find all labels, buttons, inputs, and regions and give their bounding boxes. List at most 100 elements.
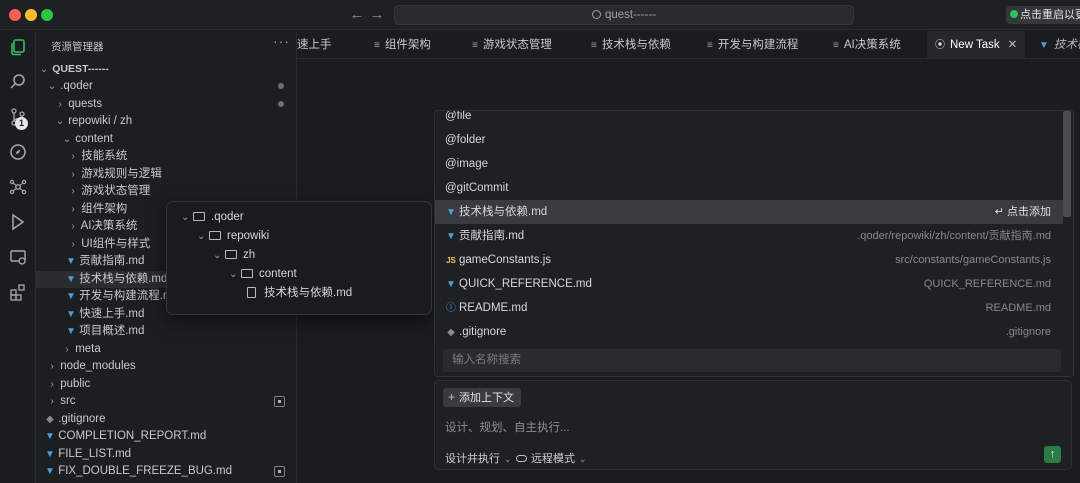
tab-new-task[interactable]: ⦿ New Task ✕ <box>927 31 1026 58</box>
option-label: .gitignore <box>459 326 507 338</box>
send-button[interactable]: ↑ <box>1044 446 1061 463</box>
mention-option-file[interactable]: ◆ .gitignore .gitignore <box>435 320 1063 344</box>
tree-folder[interactable]: › 游戏规则与逻辑 <box>36 166 296 183</box>
mention-option-file[interactable]: @file <box>435 111 1063 128</box>
tree-folder[interactable]: ⌄ .qoder <box>36 78 296 95</box>
tree-label: content <box>75 133 113 145</box>
markdown-file-icon: ▼ <box>446 207 456 218</box>
popup-row-label: zh <box>243 249 256 261</box>
close-icon[interactable]: ✕ <box>1008 39 1018 51</box>
tab-label: 游戏状态管理 <box>482 39 552 51</box>
tree-file[interactable]: ▼ 项目概述.md <box>36 323 296 340</box>
option-path: .qoder/repowiki/zh/content/贡献指南.md <box>857 230 1051 242</box>
compass-icon[interactable] <box>8 142 28 162</box>
tab-label: 开发与构建流程 <box>717 39 799 51</box>
markdown-file-icon: ▼ <box>446 279 456 290</box>
tree-file[interactable]: ◆ .gitignore <box>36 411 296 428</box>
popup-file-row: 技术栈与依赖.md <box>247 284 352 303</box>
workspace-root[interactable]: ⌄ QUEST------ <box>36 61 296 78</box>
more-actions-icon[interactable]: ··· <box>273 33 290 49</box>
option-label: @gitCommit <box>445 182 509 194</box>
mention-option-file[interactable]: ▼ 贡献指南.md .qoder/repowiki/zh/content/贡献指南.… <box>435 224 1063 248</box>
chevron-right-icon: › <box>71 204 75 215</box>
tab-label: 速上手 <box>297 39 332 51</box>
tree-file[interactable]: ▼ COMPLETION_REPORT.md <box>36 428 296 445</box>
tree-label: .gitignore <box>58 413 106 425</box>
mention-option-selected[interactable]: ▼ 技术栈与依赖.md ↵ 点击添加 <box>435 200 1063 224</box>
tree-label: repowiki / zh <box>68 115 133 127</box>
tree-folder[interactable]: › node_modules <box>36 358 296 375</box>
tree-label: public <box>60 378 91 390</box>
tree-folder[interactable]: › 游戏状态管理 <box>36 183 296 200</box>
popup-folder-row: ⌄ zh <box>213 246 255 265</box>
tree-folder[interactable]: ⌄ content <box>36 131 296 148</box>
tab-ai-decision[interactable]: ≡ AI决策系统 <box>833 31 901 58</box>
minimize-window-button[interactable] <box>25 9 37 21</box>
mention-option-image[interactable]: @image <box>435 152 1063 176</box>
extensions-icon[interactable] <box>8 282 28 302</box>
mention-option-gitcommit[interactable]: @gitCommit <box>435 176 1063 200</box>
list-icon: ≡ <box>707 40 713 51</box>
chevron-right-icon: › <box>71 239 75 250</box>
forward-arrow-icon[interactable]: → <box>368 6 386 24</box>
markdown-file-icon: ▼ <box>45 449 55 460</box>
chat-input[interactable]: 设计、规划、自主执行... <box>445 419 570 435</box>
tree-label: AI决策系统 <box>80 220 138 232</box>
tab-component-arch[interactable]: ≡ 组件架构 <box>374 31 431 58</box>
tab-tech-stack[interactable]: ≡ 技术栈与依赖 <box>591 31 671 58</box>
mode-selector[interactable]: 设计并执行 ⌄ <box>445 450 512 466</box>
markdown-file-icon: ▼ <box>66 274 76 285</box>
mention-option-file[interactable]: ▼ QUICK_REFERENCE.md QUICK_REFERENCE.md <box>435 272 1063 296</box>
workspace-root-label: QUEST------ <box>52 63 109 75</box>
tree-folder[interactable]: ⌄ repowiki / zh <box>36 113 296 130</box>
tree-file[interactable]: ▼ FIX_DOUBLE_FREEZE_BUG.md <box>36 463 296 480</box>
status-square-icon <box>274 466 285 477</box>
chevron-down-icon: ⌄ <box>197 231 206 242</box>
mention-option-file[interactable]: JS gameConstants.js src/constants/gameCons… <box>435 248 1063 272</box>
option-path: QUICK_REFERENCE.md <box>923 278 1051 290</box>
chevron-right-icon: › <box>50 396 54 407</box>
option-path: README.md <box>985 302 1051 314</box>
close-window-button[interactable] <box>9 9 21 21</box>
chevron-down-icon: ⌄ <box>504 454 512 464</box>
tab-label: 技术栈 <box>1053 39 1080 51</box>
tab-dev-build[interactable]: ≡ 开发与构建流程 <box>707 31 799 58</box>
info-icon: ⓘ <box>446 303 456 314</box>
tab-quickstart[interactable]: 速上手 <box>297 31 332 58</box>
mention-option-file[interactable]: ⓘ README.md README.md <box>435 296 1063 320</box>
option-path: src/constants/gameConstants.js <box>895 254 1051 266</box>
run-debug-icon[interactable] <box>8 212 28 232</box>
mention-search-input[interactable]: 输入名称搜索 <box>443 349 1061 372</box>
mention-option-folder[interactable]: @folder <box>435 128 1063 152</box>
tree-file[interactable]: ▼ FILE_LIST.md <box>36 446 296 463</box>
zoom-window-button[interactable] <box>41 9 53 21</box>
add-context-button[interactable]: + 添加上下文 <box>443 388 522 407</box>
path-preview-popup: ⌄ .qoder ⌄ repowiki ⌄ zh ⌄ content 技术栈与依赖.md <box>166 201 432 315</box>
tree-folder[interactable]: › 技能系统 <box>36 148 296 165</box>
search-text: quest------ <box>604 9 657 21</box>
markdown-file-icon: ▼ <box>446 231 456 242</box>
tab-tech-stack-preview[interactable]: ▼ 技术栈 <box>1039 31 1080 58</box>
tree-folder[interactable]: › public <box>36 376 296 393</box>
popup-row-label: 技术栈与依赖.md <box>264 287 353 299</box>
chevron-right-icon: › <box>71 169 75 180</box>
back-arrow-icon[interactable]: ← <box>348 6 366 24</box>
tree-folder[interactable]: › src <box>36 393 296 410</box>
title-bar: ← → quest------ 点击重启以更新 <box>0 0 1080 30</box>
tab-game-state[interactable]: ≡ 游戏状态管理 <box>472 31 552 58</box>
chevron-right-icon: › <box>71 186 75 197</box>
explorer-icon[interactable] <box>8 37 28 57</box>
activity-bar: 1 <box>0 31 36 483</box>
restart-update-button[interactable]: 点击重启以更新 <box>1006 6 1080 24</box>
scrollbar[interactable] <box>1063 111 1071 217</box>
tree-folder[interactable]: › meta <box>36 341 296 358</box>
extensions-graph-icon[interactable] <box>8 177 28 197</box>
tree-label: 开发与构建流程.md <box>79 290 179 302</box>
environment-selector[interactable]: 远程模式 ⌄ <box>516 450 587 466</box>
update-dot-icon <box>1010 10 1018 18</box>
command-search-box[interactable]: quest------ <box>394 5 854 25</box>
remote-explorer-icon[interactable] <box>8 247 28 267</box>
search-icon[interactable] <box>8 72 28 92</box>
tree-label: FILE_LIST.md <box>58 448 132 460</box>
tree-folder[interactable]: › quests <box>36 96 296 113</box>
